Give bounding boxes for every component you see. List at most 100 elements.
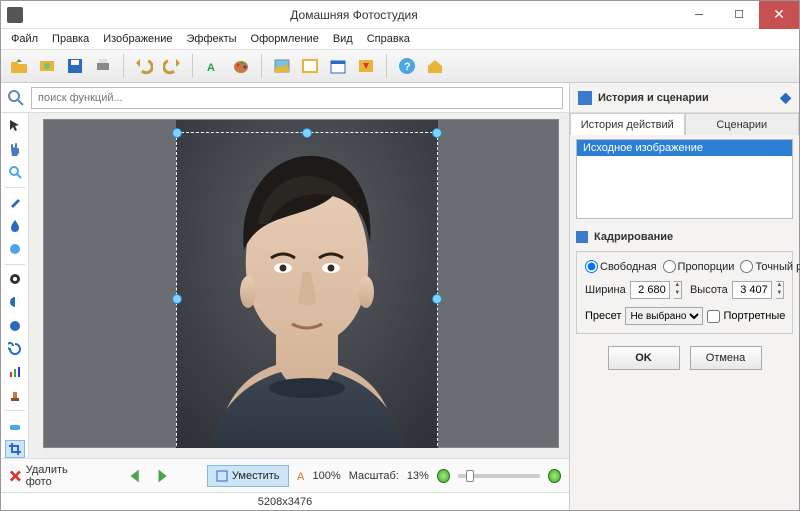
delete-icon (9, 469, 22, 483)
close-button[interactable]: ✕ (759, 1, 799, 29)
tool-sharpen-icon[interactable] (5, 317, 25, 334)
print-icon[interactable] (91, 54, 115, 78)
width-spinner[interactable]: ▲▼ (674, 281, 682, 299)
tools-sidebar (1, 113, 29, 458)
zoom-100-icon: A (297, 470, 309, 482)
fit-button[interactable]: Уместить (207, 465, 289, 487)
home-icon[interactable] (423, 54, 447, 78)
effects-icon[interactable] (354, 54, 378, 78)
ok-button[interactable]: OK (608, 346, 680, 370)
catalog-icon[interactable] (35, 54, 59, 78)
delete-photo-button[interactable]: Удалить фото (9, 464, 90, 488)
zoom-slider-thumb[interactable] (466, 470, 474, 482)
tool-brush-icon[interactable] (5, 194, 25, 211)
status-bar: 5208x3476 (1, 492, 569, 510)
tool-drop-icon[interactable] (5, 217, 25, 234)
menu-effects[interactable]: Эффекты (181, 31, 243, 47)
tool-stamp-icon[interactable] (5, 387, 25, 404)
crop-mode-radios: Свободная Пропорции Точный размер (585, 260, 784, 273)
tab-history[interactable]: История действий (570, 113, 685, 135)
tool-pointer-icon[interactable] (5, 117, 25, 134)
tool-zoom-icon[interactable] (5, 164, 25, 181)
calendar-icon[interactable] (326, 54, 350, 78)
tool-eraser-icon[interactable] (5, 417, 25, 434)
frames-icon[interactable] (298, 54, 322, 78)
next-button[interactable] (153, 466, 171, 486)
tool-brightness-icon[interactable] (5, 271, 25, 288)
tool-colorize-icon[interactable] (5, 240, 25, 257)
zoom-100-button[interactable]: A 100% (297, 470, 341, 482)
vertical-scrollbar[interactable] (559, 113, 569, 458)
tool-crop-icon[interactable] (5, 440, 25, 458)
maximize-button[interactable]: ☐ (719, 1, 759, 29)
tool-hand-icon[interactable] (5, 140, 25, 157)
menu-file[interactable]: Файл (5, 31, 44, 47)
svg-text:A: A (207, 62, 215, 74)
history-list[interactable]: Исходное изображение (576, 139, 793, 219)
right-tabs: История действий Сценарии (570, 113, 799, 135)
radio-exact[interactable]: Точный размер (740, 260, 800, 273)
radio-proportions[interactable]: Пропорции (663, 260, 735, 273)
menu-image[interactable]: Изображение (97, 31, 178, 47)
undo-icon[interactable] (132, 54, 156, 78)
zoom-out-button[interactable] (437, 469, 450, 483)
scale-label: Масштаб: (349, 470, 399, 482)
canvas[interactable] (43, 119, 559, 448)
text-icon[interactable]: A (201, 54, 225, 78)
right-heading-label: История и сценарии (598, 92, 709, 104)
tool-swirl-icon[interactable] (5, 340, 25, 357)
menu-help[interactable]: Справка (361, 31, 416, 47)
window-title: Домашняя Фотостудия (29, 8, 679, 22)
titlebar: Домашняя Фотостудия ─ ☐ ✕ (1, 1, 799, 29)
main-toolbar: A ? (1, 49, 799, 83)
search-icon (7, 89, 25, 107)
portrait-checkbox[interactable]: Портретные (707, 310, 785, 323)
zoom-in-button[interactable] (548, 469, 561, 483)
minimize-button[interactable]: ─ (679, 1, 719, 29)
height-input[interactable] (732, 281, 772, 299)
right-panel-heading: История и сценарии ◆ (570, 83, 799, 113)
crop-handle-tr[interactable] (432, 128, 442, 138)
preset-select[interactable]: Не выбрано (625, 307, 703, 325)
horizontal-scrollbar[interactable] (43, 448, 559, 458)
crop-handle-tl[interactable] (172, 128, 182, 138)
cancel-button[interactable]: Отмена (690, 346, 762, 370)
crop-selection[interactable] (176, 132, 438, 458)
collapse-icon[interactable]: ◆ (780, 89, 791, 106)
preset-label: Пресет (585, 310, 621, 322)
menu-edit[interactable]: Правка (46, 31, 95, 47)
crop-handle-tm[interactable] (302, 128, 312, 138)
menu-decoration[interactable]: Оформление (245, 31, 325, 47)
canvas-area (29, 113, 569, 458)
search-input[interactable] (31, 87, 563, 109)
height-label: Высота (690, 284, 728, 296)
tab-scenarios[interactable]: Сценарии (685, 113, 800, 135)
redo-icon[interactable] (160, 54, 184, 78)
svg-text:?: ? (404, 61, 411, 73)
tool-contrast-icon[interactable] (5, 294, 25, 311)
save-icon[interactable] (63, 54, 87, 78)
image-dimensions: 5208x3476 (258, 496, 312, 508)
width-input[interactable] (630, 281, 670, 299)
image-icon[interactable] (270, 54, 294, 78)
crop-heading-label: Кадрирование (594, 231, 673, 243)
search-row (1, 83, 569, 113)
tool-levels-icon[interactable] (5, 364, 25, 381)
radio-free[interactable]: Свободная (585, 260, 657, 273)
open-icon[interactable] (7, 54, 31, 78)
history-item[interactable]: Исходное изображение (577, 140, 792, 156)
crop-section-heading: Кадрирование (576, 231, 793, 243)
crop-section: Свободная Пропорции Точный размер Ширина… (576, 251, 793, 334)
zoom-slider[interactable] (458, 474, 540, 478)
fit-label: Уместить (232, 470, 280, 482)
crop-handle-mr[interactable] (432, 294, 442, 304)
prev-button[interactable] (126, 466, 144, 486)
help-icon[interactable]: ? (395, 54, 419, 78)
height-spinner[interactable]: ▲▼ (776, 281, 784, 299)
menu-view[interactable]: Вид (327, 31, 359, 47)
crop-handle-ml[interactable] (172, 294, 182, 304)
palette-icon[interactable] (229, 54, 253, 78)
crop-section-icon (576, 231, 588, 243)
delete-label: Удалить фото (26, 464, 91, 488)
fit-icon (216, 470, 228, 482)
